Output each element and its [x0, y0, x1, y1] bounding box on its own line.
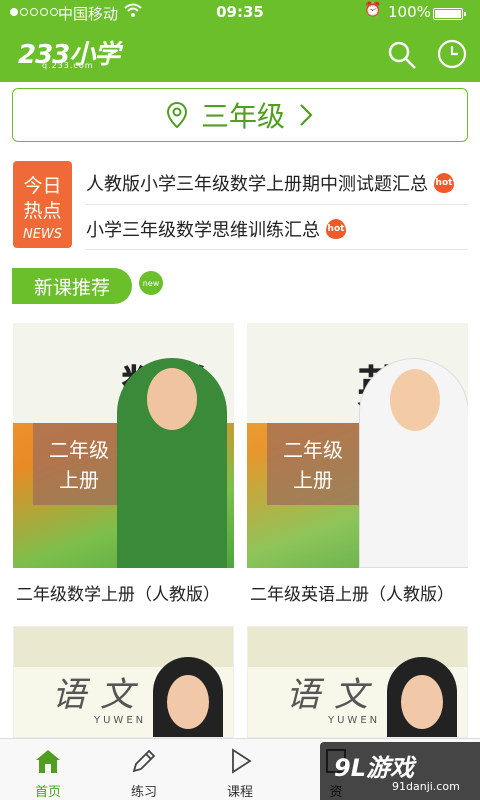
hot-badge-line3: NEWS	[22, 227, 63, 242]
chevron-right-icon	[300, 104, 313, 126]
hot-news-badge: 今日 热点 NEWS	[13, 161, 72, 248]
tab-label: 首页	[34, 785, 61, 800]
new-courses-heading: 新课推荐	[12, 268, 132, 304]
news-item[interactable]: 人教版小学三年级数学上册期中测试题汇总 hot	[86, 170, 454, 196]
search-icon[interactable]	[387, 40, 417, 70]
news-item[interactable]: 小学三年级数学思维训练汇总 hot	[86, 216, 346, 242]
pencil-icon	[132, 749, 156, 773]
watermark-logo: 9L游戏	[334, 754, 414, 782]
site-watermark: 9L游戏 91danji.com	[320, 742, 480, 800]
course-card[interactable]: 英语 二年级 上册	[247, 323, 468, 568]
tab-label: 练习	[130, 785, 157, 800]
teacher-photo	[153, 657, 223, 737]
grade-selector[interactable]: 三年级	[12, 88, 468, 142]
status-bar: 中国移动 09:35 ⏰ 100%	[0, 0, 480, 26]
grade-label: 三年级	[200, 100, 285, 133]
cover-grade: 二年级 上册	[33, 423, 125, 505]
history-icon[interactable]	[437, 39, 467, 69]
hot-badge-line1: 今日	[23, 175, 62, 197]
teacher-photo	[117, 358, 227, 568]
course-card[interactable]: 数学 二年级 上册	[13, 323, 234, 568]
watermark-url: 91danji.com	[392, 780, 460, 793]
tab-label: 课程	[226, 785, 253, 800]
cover-grade: 二年级 上册	[267, 423, 359, 505]
course-cover: 数学 二年级 上册	[13, 323, 234, 568]
course-title[interactable]: 二年级数学上册（人教版）	[16, 580, 220, 605]
cover-pinyin: YUWEN	[328, 715, 381, 726]
course-card[interactable]: 语文 YUWEN	[13, 626, 234, 738]
tab-home[interactable]: 首页	[0, 739, 96, 800]
hot-badge-line2: 热点	[23, 200, 62, 222]
logo-url: q.233.com	[42, 61, 94, 70]
home-icon	[36, 750, 60, 773]
divider	[86, 204, 468, 205]
alarm-icon: ⏰	[364, 2, 382, 18]
news-title: 小学三年级数学思维训练汇总	[86, 220, 320, 241]
divider	[86, 249, 468, 250]
play-icon	[232, 748, 252, 774]
course-title[interactable]: 二年级英语上册（人教版）	[250, 580, 454, 605]
course-card[interactable]: 语文 YUWEN	[247, 626, 468, 738]
app-header: 中国移动 09:35 ⏰ 100% 233小学 q.233.com	[0, 0, 480, 82]
cover-pinyin: YUWEN	[94, 715, 147, 726]
hot-tag-icon: hot	[434, 173, 454, 193]
new-badge: new	[139, 271, 163, 295]
hot-tag-icon: hot	[326, 219, 346, 239]
tab-practice[interactable]: 练习	[96, 739, 192, 800]
cover-subject: 语文	[286, 675, 382, 715]
teacher-photo	[359, 358, 468, 568]
tab-courses[interactable]: 课程	[192, 739, 288, 800]
battery-icon	[433, 8, 466, 20]
course-cover: 英语 二年级 上册	[247, 323, 468, 568]
battery-percent: 100%	[388, 3, 431, 21]
teacher-photo	[387, 657, 457, 737]
location-pin-icon	[166, 102, 187, 128]
cover-subject: 语文	[52, 675, 148, 715]
news-title: 人教版小学三年级数学上册期中测试题汇总	[86, 174, 428, 195]
